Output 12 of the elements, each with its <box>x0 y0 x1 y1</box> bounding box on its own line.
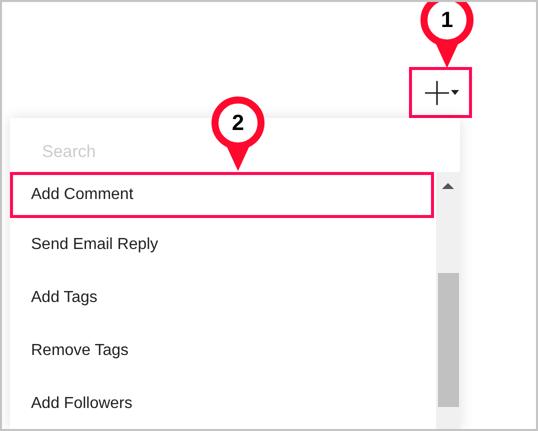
menu-item[interactable]: Add Comment <box>10 172 434 218</box>
scrollbar[interactable] <box>436 172 460 429</box>
add-button[interactable] <box>409 67 472 118</box>
scrollbar-thumb[interactable] <box>438 273 458 407</box>
menu-item[interactable]: Add Followers <box>10 377 436 429</box>
menu-item[interactable]: Add Tags <box>10 271 436 324</box>
callout-number: 2 <box>230 110 246 136</box>
plus-dropdown-icon <box>422 80 458 106</box>
menu-item[interactable]: Send Email Reply <box>10 218 436 271</box>
callout-number: 1 <box>440 7 454 33</box>
scroll-up-icon <box>442 183 454 189</box>
menu-item[interactable]: Remove Tags <box>10 324 436 377</box>
